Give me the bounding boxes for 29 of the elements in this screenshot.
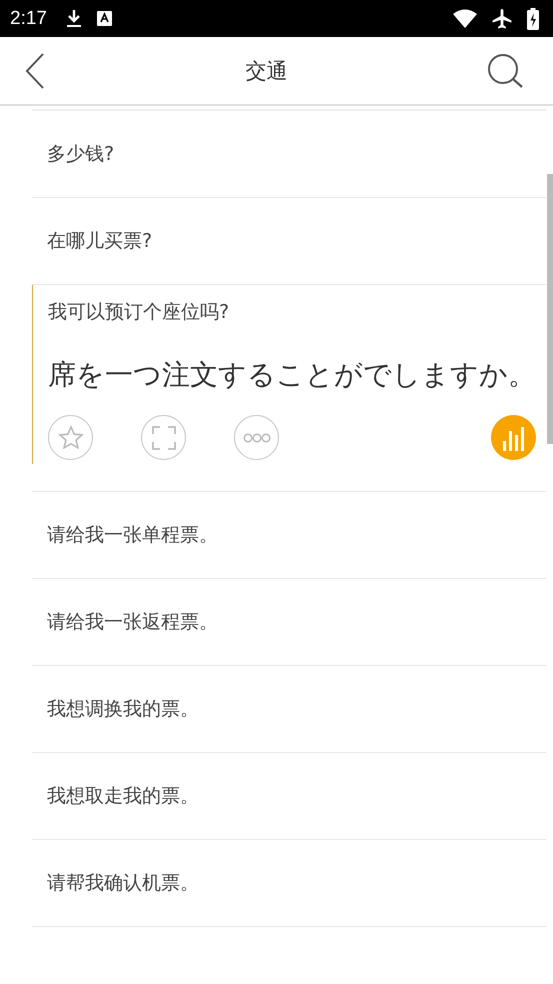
download-icon <box>64 8 83 28</box>
phrase-item[interactable]: 请帮我确认机票。 <box>32 840 546 928</box>
page-title: 交通 <box>246 58 288 84</box>
airplane-icon <box>491 8 513 30</box>
phrase-item[interactable]: 在哪儿买票? <box>32 198 546 285</box>
status-time: 2:17 <box>10 8 47 30</box>
more-button[interactable] <box>234 415 279 460</box>
battery-icon <box>527 8 539 30</box>
star-icon <box>58 424 84 451</box>
back-button[interactable] <box>24 52 46 90</box>
fullscreen-button[interactable] <box>141 415 186 460</box>
phrase-card[interactable]: 我可以预订个座位吗? 席を一つ注文することがでしますか。 <box>32 285 546 464</box>
wifi-icon <box>453 8 477 28</box>
phrase-item[interactable]: 请给我一张单程票。 <box>32 492 546 580</box>
audio-button[interactable] <box>491 415 536 460</box>
phrase-item[interactable]: 多少钱? <box>32 111 546 198</box>
more-icon <box>242 432 270 443</box>
fullscreen-icon <box>152 426 176 450</box>
audio-bars-icon <box>500 424 526 451</box>
phrase-item[interactable]: 我想取走我的票。 <box>32 753 546 840</box>
search-button[interactable] <box>487 52 525 88</box>
translation-text: 席を一つ注文することがでしますか。 <box>48 357 536 393</box>
phrase-item[interactable]: 我想调换我的票。 <box>32 666 546 754</box>
font-icon <box>96 11 112 26</box>
phrase-item[interactable]: 请给我一张返程票。 <box>32 579 546 666</box>
phrase-text: 我可以预订个座位吗? <box>48 300 230 325</box>
back-icon <box>24 52 46 90</box>
favorite-button[interactable] <box>48 415 93 460</box>
search-icon <box>487 52 525 88</box>
